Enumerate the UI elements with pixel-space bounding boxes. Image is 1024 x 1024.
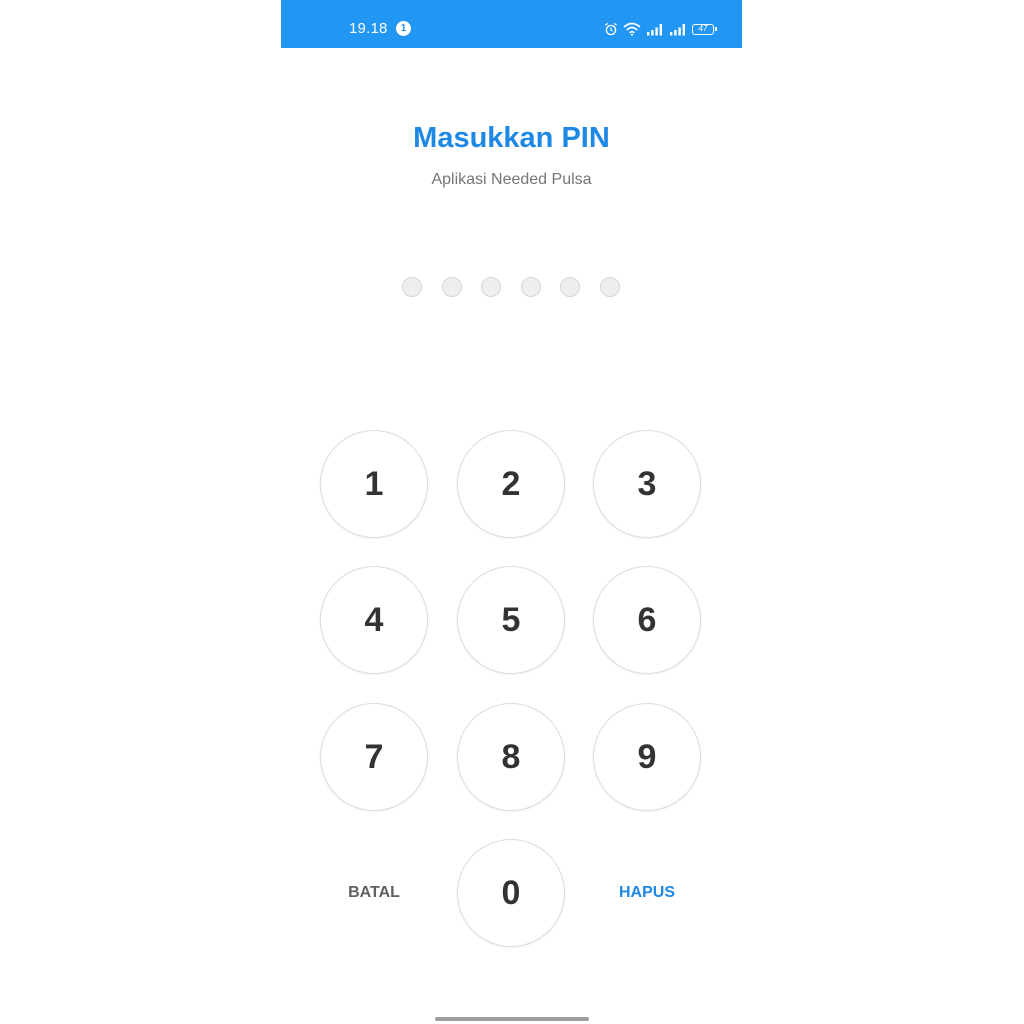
pin-dot [560, 277, 580, 297]
pin-screen: 19.18 1 47 Masukkan PIN Aplikasi Needed … [281, 0, 742, 1024]
wifi-icon [623, 22, 641, 36]
battery-icon: 47 [692, 23, 717, 35]
pin-indicator [402, 277, 620, 297]
pin-dot [520, 277, 541, 297]
notification-badge: 1 [396, 21, 411, 36]
pin-dot [441, 277, 462, 297]
cancel-button[interactable]: BATAL [320, 873, 428, 913]
status-icons: 47 [604, 20, 717, 38]
key-5[interactable]: 5 [457, 566, 565, 674]
battery-level: 47 [698, 23, 708, 33]
pin-dot [599, 277, 620, 297]
key-2[interactable]: 2 [457, 430, 565, 538]
delete-button[interactable]: HAPUS [593, 873, 701, 913]
key-9[interactable]: 9 [593, 703, 701, 811]
pin-dot [481, 277, 501, 297]
key-3[interactable]: 3 [593, 430, 701, 538]
key-4[interactable]: 4 [320, 566, 428, 674]
key-1[interactable]: 1 [320, 430, 428, 538]
key-6[interactable]: 6 [593, 566, 701, 674]
page-title: Masukkan PIN [413, 122, 610, 154]
key-7[interactable]: 7 [320, 703, 428, 811]
pin-dot [402, 277, 422, 297]
status-bar: 19.18 1 47 [281, 0, 742, 48]
signal-icon [669, 23, 687, 36]
key-0[interactable]: 0 [457, 839, 565, 947]
page-subtitle: Aplikasi Needed Pulsa [431, 171, 592, 188]
signal-icon [646, 23, 664, 36]
status-time: 19.18 [349, 20, 388, 37]
alarm-icon [604, 22, 618, 36]
key-8[interactable]: 8 [457, 703, 565, 811]
home-indicator[interactable] [435, 1017, 589, 1021]
